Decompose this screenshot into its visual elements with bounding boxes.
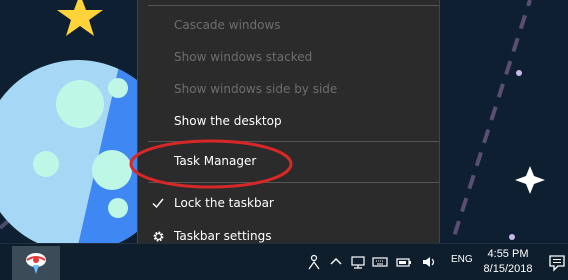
- menu-item-show-windows-stacked[interactable]: Show windows stacked: [138, 42, 439, 72]
- network-icon[interactable]: [350, 254, 366, 270]
- volume-icon[interactable]: [421, 254, 437, 270]
- person-icon[interactable]: [306, 254, 322, 270]
- menu-item-label: Show windows stacked: [174, 50, 313, 64]
- menu-item-label: Taskbar settings: [174, 229, 272, 243]
- chevron-up-icon[interactable]: [328, 254, 344, 270]
- keyboard-icon[interactable]: [372, 254, 388, 270]
- menu-separator: [148, 5, 439, 6]
- menu-separator: [148, 182, 439, 183]
- menu-separator: [148, 141, 439, 142]
- language-indicator[interactable]: ENG: [451, 254, 473, 265]
- menu-item-show-the-desktop[interactable]: Show the desktop: [138, 106, 439, 136]
- menu-item-show-windows-side-by-side[interactable]: Show windows side by side: [138, 74, 439, 104]
- menu-item-label: Lock the taskbar: [174, 196, 274, 210]
- menu-item-label: Task Manager: [174, 154, 257, 168]
- clock-time: 4:55 PM: [487, 248, 529, 260]
- taskbar-clock[interactable]: 4:55 PM 8/15/2018: [472, 247, 544, 277]
- taskbar-context-menu: Cascade windows Show windows stacked Sho…: [137, 0, 440, 261]
- taskbar: ENG 4:55 PM 8/15/2018: [0, 243, 568, 280]
- checkmark-icon: [148, 188, 168, 218]
- menu-item-label: Show windows side by side: [174, 82, 338, 96]
- menu-item-lock-the-taskbar[interactable]: Lock the taskbar: [138, 188, 439, 218]
- menu-item-label: Cascade windows: [174, 18, 281, 32]
- notification-icon[interactable]: [548, 254, 566, 272]
- battery-icon[interactable]: [396, 254, 412, 270]
- menu-item-cascade-windows[interactable]: Cascade windows: [138, 10, 439, 40]
- menu-item-label: Show the desktop: [174, 114, 282, 128]
- menu-item-task-manager[interactable]: Task Manager: [138, 146, 439, 176]
- taskbar-app-button[interactable]: [12, 246, 60, 280]
- app-icon: [26, 253, 46, 274]
- clock-date: 8/15/2018: [483, 263, 533, 275]
